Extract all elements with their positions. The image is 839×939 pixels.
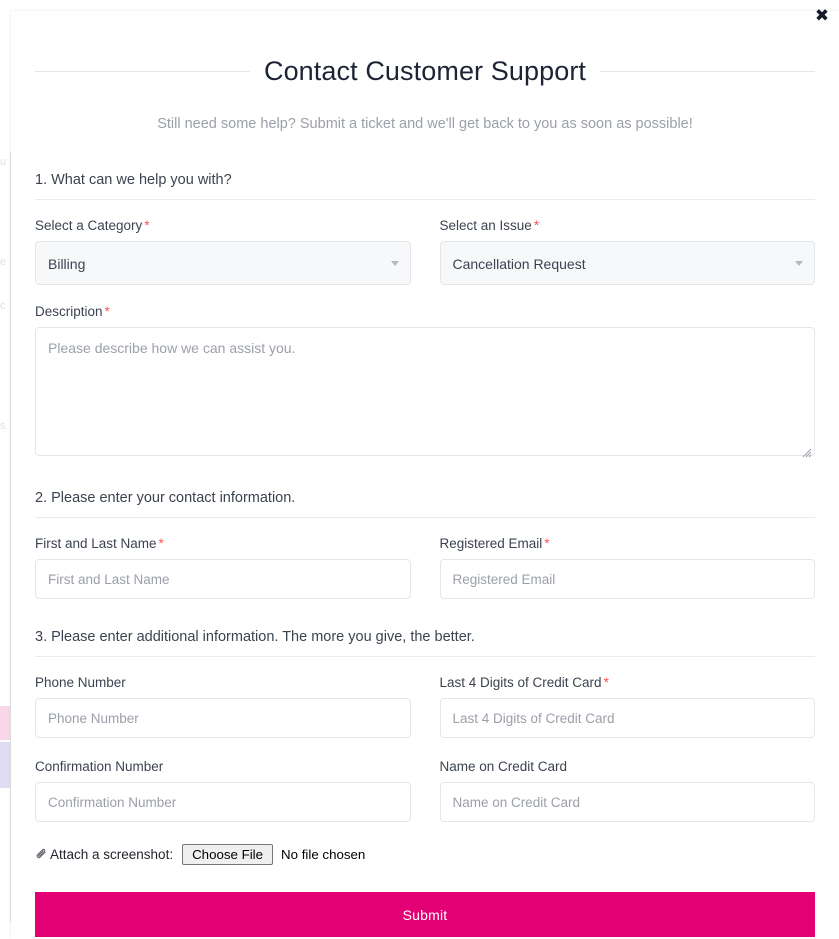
issue-select[interactable]: Cancellation Request	[439, 241, 815, 285]
required-marker: *	[104, 304, 110, 319]
email-input[interactable]	[439, 559, 815, 599]
issue-field: Select an Issue * Cancellation Request	[439, 218, 816, 285]
confirmation-label: Confirmation Number	[35, 759, 164, 774]
confirmation-input[interactable]	[35, 782, 411, 822]
support-form: 1. What can we help you with? Select a C…	[11, 172, 839, 937]
file-status-text: No file chosen	[281, 847, 366, 862]
card-name-label: Name on Credit Card	[439, 759, 568, 774]
category-label: Select a Category *	[35, 218, 411, 233]
phone-field: Phone Number	[35, 675, 411, 738]
page-title: Contact Customer Support	[263, 56, 587, 86]
phone-input[interactable]	[35, 698, 411, 738]
title-rule-left	[35, 71, 250, 72]
description-field: Description *	[35, 304, 815, 461]
required-marker: *	[603, 675, 609, 690]
section-heading-3: 3. Please enter additional information. …	[35, 629, 815, 657]
email-field: Registered Email *	[439, 536, 816, 599]
phone-label: Phone Number	[35, 675, 126, 690]
description-label-text: Description	[35, 304, 103, 319]
confirmation-field: Confirmation Number	[35, 759, 411, 822]
background-block	[0, 742, 10, 788]
issue-label: Select an Issue *	[440, 218, 816, 233]
card-name-field: Name on Credit Card	[439, 759, 815, 822]
modal-subtitle: Still need some help? Submit a ticket an…	[157, 116, 693, 132]
name-field: First and Last Name *	[35, 536, 411, 599]
category-issue-row: Select a Category * Billing Select an Iss…	[35, 218, 815, 285]
name-label-text: First and Last Name	[35, 536, 157, 551]
email-label-text: Registered Email	[439, 536, 543, 551]
card-last4-label: Last 4 Digits of Credit Card *	[440, 675, 816, 690]
attach-label: Attach a screenshot:	[50, 847, 174, 862]
name-label: First and Last Name *	[35, 536, 411, 551]
support-modal: ✖ Contact Customer Support Still need so…	[11, 6, 839, 939]
choose-file-button[interactable]: Choose File	[182, 844, 274, 865]
email-label: Registered Email *	[440, 536, 816, 551]
required-marker: *	[158, 536, 164, 551]
phone-card-row: Phone Number Last 4 Digits of Credit Car…	[35, 675, 815, 738]
close-icon[interactable]: ✖	[811, 5, 833, 27]
card-last4-field: Last 4 Digits of Credit Card *	[439, 675, 816, 738]
category-label-text: Select a Category	[35, 218, 143, 233]
card-last4-input[interactable]	[439, 698, 815, 738]
attach-row: Attach a screenshot: Choose File No file…	[35, 844, 815, 865]
confirmation-cardname-row: Confirmation Number Name on Credit Card	[35, 759, 815, 822]
required-marker: *	[533, 218, 540, 233]
name-email-row: First and Last Name* Registered Email*	[35, 536, 815, 599]
card-name-input[interactable]	[439, 782, 815, 822]
name-input[interactable]	[35, 559, 411, 599]
modal-title-row: Contact Customer Support	[11, 56, 839, 87]
required-marker: *	[144, 218, 150, 233]
required-marker: *	[544, 536, 550, 551]
category-select[interactable]: Billing	[35, 241, 411, 285]
section-heading-1: 1. What can we help you with?	[35, 172, 815, 200]
issue-label-text: Select an Issue	[439, 218, 532, 233]
issue-select-wrap: Cancellation Request	[439, 241, 815, 285]
section-heading-2: 2. Please enter your contact information…	[35, 490, 815, 518]
card-last4-label-text: Last 4 Digits of Credit Card	[439, 675, 602, 690]
category-select-wrap: Billing	[35, 241, 411, 285]
title-rule-right	[600, 71, 815, 72]
background-block	[0, 706, 10, 740]
submit-button[interactable]: Submit	[35, 892, 815, 937]
description-label: Description *	[35, 304, 815, 319]
description-textarea-wrap	[35, 327, 815, 461]
category-field: Select a Category * Billing	[35, 218, 411, 285]
paperclip-icon	[35, 847, 48, 862]
description-input[interactable]	[35, 327, 815, 456]
